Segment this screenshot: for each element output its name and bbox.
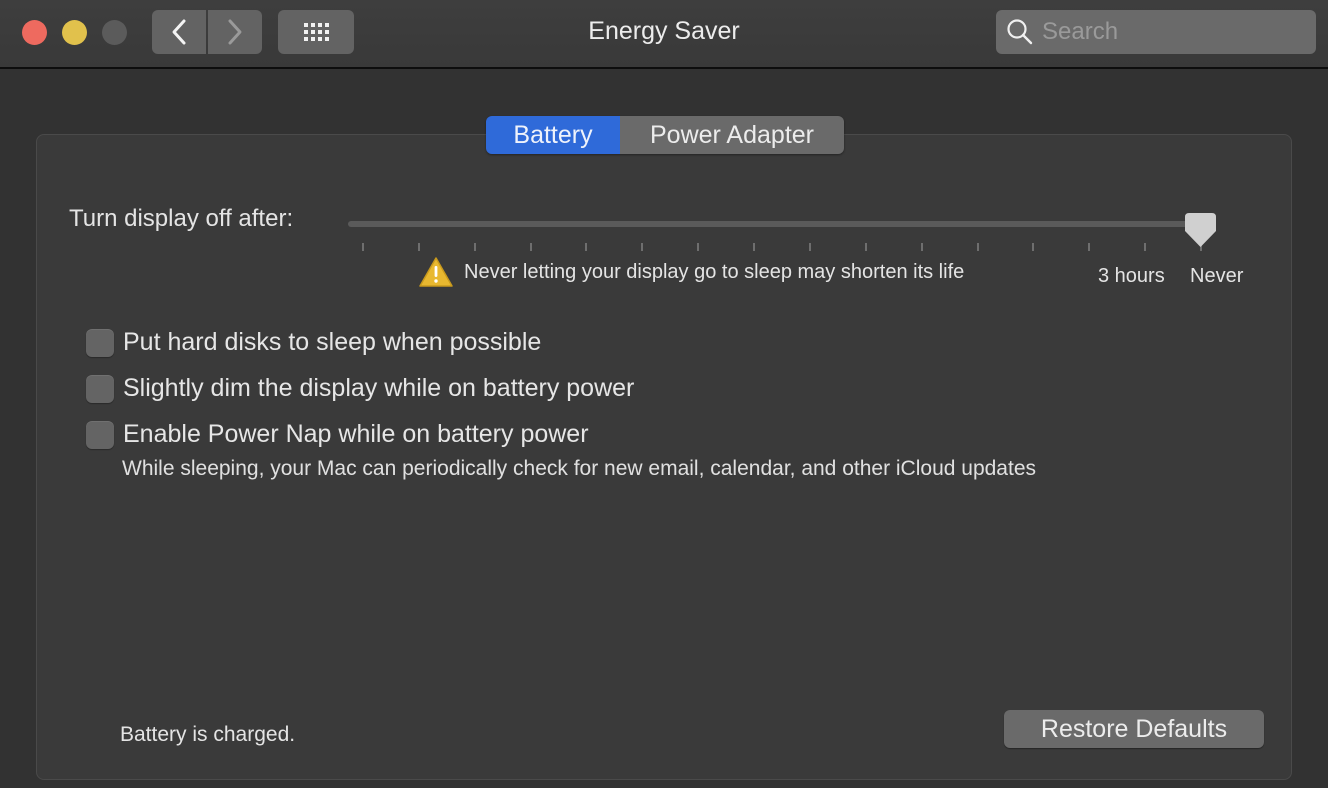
checkbox[interactable] [86, 328, 114, 357]
option-dim-display[interactable]: Slightly dim the display while on batter… [86, 374, 634, 403]
power-nap-description: While sleeping, your Mac can periodicall… [122, 457, 1036, 480]
display-sleep-slider-thumb[interactable] [1185, 213, 1216, 247]
zoom-button [102, 20, 127, 45]
slider-tick [1088, 243, 1091, 251]
chevron-left-icon [172, 19, 186, 45]
slider-tick [1144, 243, 1147, 251]
grid-icon [303, 23, 329, 41]
option-label: Enable Power Nap while on battery power [123, 420, 589, 448]
slider-tick [753, 243, 756, 251]
title-bar: Energy Saver [0, 0, 1328, 69]
option-label: Put hard disks to sleep when possible [123, 328, 542, 356]
back-button[interactable] [152, 10, 206, 54]
search-input[interactable] [1042, 18, 1302, 46]
option-label: Slightly dim the display while on batter… [123, 374, 635, 402]
checkbox[interactable] [86, 374, 114, 403]
tick-label-3-hours: 3 hours [1098, 265, 1165, 287]
slider-tick [697, 243, 700, 251]
slider-tick [417, 243, 420, 251]
close-button[interactable] [22, 20, 47, 45]
minimize-button[interactable] [62, 20, 87, 45]
chevron-right-icon [228, 19, 242, 45]
magnifier-icon [1007, 19, 1033, 45]
forward-button[interactable] [208, 10, 262, 54]
slider-tick [473, 243, 476, 251]
slider-tick [641, 243, 644, 251]
warning-triangle-icon [419, 257, 453, 287]
slider-tick [864, 243, 867, 251]
checkbox[interactable] [86, 420, 114, 449]
tab-power-adapter[interactable]: Power Adapter [620, 116, 844, 154]
slider-tick [976, 243, 979, 251]
display-sleep-label: Turn display off after: [69, 205, 294, 232]
battery-status: Battery is charged. [120, 723, 296, 746]
tab-battery[interactable]: Battery [486, 116, 620, 154]
display-warning: Never letting your display go to sleep m… [418, 256, 964, 288]
slider-tick [1032, 243, 1035, 251]
option-hard-disk-sleep[interactable]: Put hard disks to sleep when possible [86, 328, 541, 357]
tick-label-never: Never [1190, 265, 1244, 287]
display-sleep-slider-track[interactable] [348, 221, 1204, 227]
slider-tick [362, 243, 364, 251]
restore-defaults-button[interactable]: Restore Defaults [1004, 710, 1264, 748]
slider-tick [808, 243, 811, 251]
slider-tick [529, 243, 532, 251]
search-field[interactable] [996, 10, 1316, 54]
show-all-button[interactable] [278, 10, 354, 54]
slider-tick [920, 243, 923, 251]
option-power-nap[interactable]: Enable Power Nap while on battery power [86, 420, 589, 449]
slider-tick [585, 243, 588, 251]
tab-bar: Battery Power Adapter [486, 116, 844, 154]
warning-text: Never letting your display go to sleep m… [464, 260, 965, 283]
